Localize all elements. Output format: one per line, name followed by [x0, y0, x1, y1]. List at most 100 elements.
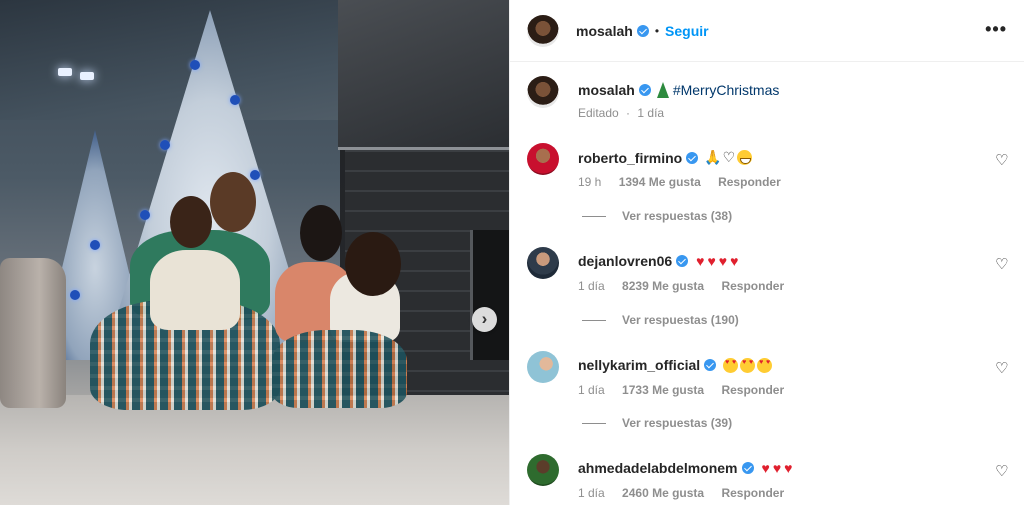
comment-item: nellykarim_official 1 día 1733 Me gusta …	[510, 351, 1024, 401]
photo-girl2-head	[345, 232, 401, 296]
caption-username[interactable]: mosalah	[578, 82, 635, 98]
post-header: mosalah • Seguir •••	[510, 0, 1024, 62]
comment-item: dejanlovren06 ♥ ♥ ♥ ♥ 1 día 8239 Me gust…	[510, 247, 1024, 297]
separator-dot: •	[654, 23, 660, 38]
photo-mother-pajamas	[272, 330, 407, 408]
red-heart-emoji: ♥	[696, 253, 705, 269]
reply-button[interactable]: Responder	[721, 279, 784, 293]
comment-meta: 1 día 8239 Me gusta Responder	[578, 279, 784, 293]
red-heart-emoji: ♥	[730, 253, 739, 269]
red-heart-emoji: ♥	[761, 460, 770, 476]
comment-line: ahmedadelabdelmonem ♥ ♥ ♥	[578, 460, 792, 476]
comment-likes[interactable]: 1733 Me gusta	[622, 383, 704, 397]
red-heart-emoji: ♥	[772, 460, 782, 476]
verified-badge-icon	[704, 359, 717, 371]
verified-badge-icon	[686, 151, 699, 164]
photo-ornament	[90, 240, 100, 250]
comment-line: roberto_firmino 🙏 ♡	[578, 149, 753, 166]
verified-badge-icon	[676, 255, 689, 267]
photo-ornament	[190, 60, 200, 70]
photo-father-head	[210, 172, 256, 232]
view-replies-label[interactable]: Ver respuestas (39)	[622, 416, 732, 430]
commenter-username[interactable]: ahmedadelabdelmonem	[578, 460, 738, 476]
heart-eyes-emoji	[757, 357, 773, 373]
commenter-avatar[interactable]	[527, 454, 559, 486]
photo-girl1-body	[150, 250, 240, 330]
replies-divider	[582, 215, 606, 217]
carousel-next-icon[interactable]: ›	[472, 307, 497, 332]
photo-ottoman	[0, 258, 66, 408]
replies-divider	[582, 319, 606, 321]
like-heart-icon[interactable]: ♡	[995, 257, 1011, 273]
comment-likes[interactable]: 1394 Me gusta	[619, 175, 701, 189]
photo-fireplace	[470, 230, 509, 360]
reply-button[interactable]: Responder	[721, 486, 784, 500]
view-replies-label[interactable]: Ver respuestas (38)	[622, 209, 732, 223]
follow-button[interactable]: Seguir	[665, 23, 709, 39]
like-heart-icon[interactable]: ♡	[995, 464, 1011, 480]
comment-line: nellykarim_official	[578, 357, 773, 373]
comment-meta: 19 h 1394 Me gusta Responder	[578, 175, 781, 189]
caption-hashtag[interactable]: #MerryChristmas	[673, 82, 780, 98]
caption-meta: Editado · 1 día	[578, 106, 664, 120]
photo-girl1-head	[170, 196, 212, 248]
author-avatar[interactable]	[527, 76, 559, 108]
author-username[interactable]: mosalah	[576, 23, 633, 39]
grinning-face-emoji	[737, 150, 753, 165]
like-heart-icon[interactable]: ♡	[995, 153, 1011, 169]
view-replies-button[interactable]: Ver respuestas (38)	[582, 209, 732, 223]
more-options-icon[interactable]: •••	[985, 19, 1007, 40]
photo-ornament	[230, 95, 240, 105]
photo-tv	[338, 0, 509, 150]
photo-ornament	[70, 290, 80, 300]
comment-meta: 1 día 2460 Me gusta Responder	[578, 486, 784, 500]
christmas-tree-emoji	[656, 82, 669, 98]
view-replies-label[interactable]: Ver respuestas (190)	[622, 313, 739, 327]
view-replies-button[interactable]: Ver respuestas (190)	[582, 313, 739, 327]
post-photo[interactable]: ›	[0, 0, 509, 505]
reply-button[interactable]: Responder	[718, 175, 781, 189]
photo-ceiling-light	[80, 72, 94, 80]
red-heart-emoji: ♥	[784, 460, 793, 476]
heart-eyes-emoji	[740, 357, 756, 373]
reply-button[interactable]: Responder	[721, 383, 784, 397]
red-heart-emoji: ♥	[718, 253, 728, 269]
comment-item: roberto_firmino 🙏 ♡ 19 h 1394 Me gusta R…	[510, 143, 1024, 193]
replies-divider	[582, 422, 606, 424]
comment-age: 1 día	[578, 383, 605, 397]
caption: mosalah #MerryChristmas Editado · 1 día	[510, 76, 1024, 126]
commenter-avatar[interactable]	[527, 143, 559, 175]
separator-dot: ·	[626, 106, 631, 120]
commenter-username[interactable]: nellykarim_official	[578, 357, 700, 373]
view-replies-button[interactable]: Ver respuestas (39)	[582, 416, 732, 430]
caption-edited: Editado	[578, 106, 619, 120]
photo-ornament	[250, 170, 260, 180]
heart-eyes-emoji	[723, 357, 739, 373]
comment-meta: 1 día 1733 Me gusta Responder	[578, 383, 784, 397]
commenter-avatar[interactable]	[527, 247, 559, 279]
caption-line: mosalah #MerryChristmas	[578, 82, 779, 98]
photo-ornament	[160, 140, 170, 150]
comment-line: dejanlovren06 ♥ ♥ ♥ ♥	[578, 253, 738, 269]
comment-likes[interactable]: 8239 Me gusta	[622, 279, 704, 293]
photo-floor	[0, 395, 509, 505]
verified-badge-icon	[636, 24, 649, 37]
praying-hands-emoji: 🙏	[704, 149, 722, 165]
caption-age: 1 día	[637, 106, 665, 120]
comment-age: 1 día	[578, 279, 605, 293]
comment-item: ahmedadelabdelmonem ♥ ♥ ♥ 1 día 2460 Me …	[510, 454, 1024, 504]
red-heart-emoji: ♥	[707, 253, 716, 269]
comment-age: 1 día	[578, 486, 605, 500]
comment-likes[interactable]: 2460 Me gusta	[622, 486, 704, 500]
author-avatar[interactable]	[527, 14, 559, 47]
like-heart-icon[interactable]: ♡	[995, 361, 1011, 377]
commenter-avatar[interactable]	[527, 351, 559, 383]
white-heart-emoji: ♡	[722, 149, 736, 165]
photo-ornament	[140, 210, 150, 220]
commenter-username[interactable]: roberto_firmino	[578, 150, 682, 166]
photo-mother-head	[300, 205, 342, 261]
photo-ceiling-light	[58, 68, 72, 76]
verified-badge-icon	[741, 462, 754, 474]
verified-badge-icon	[638, 84, 651, 96]
commenter-username[interactable]: dejanlovren06	[578, 253, 672, 269]
